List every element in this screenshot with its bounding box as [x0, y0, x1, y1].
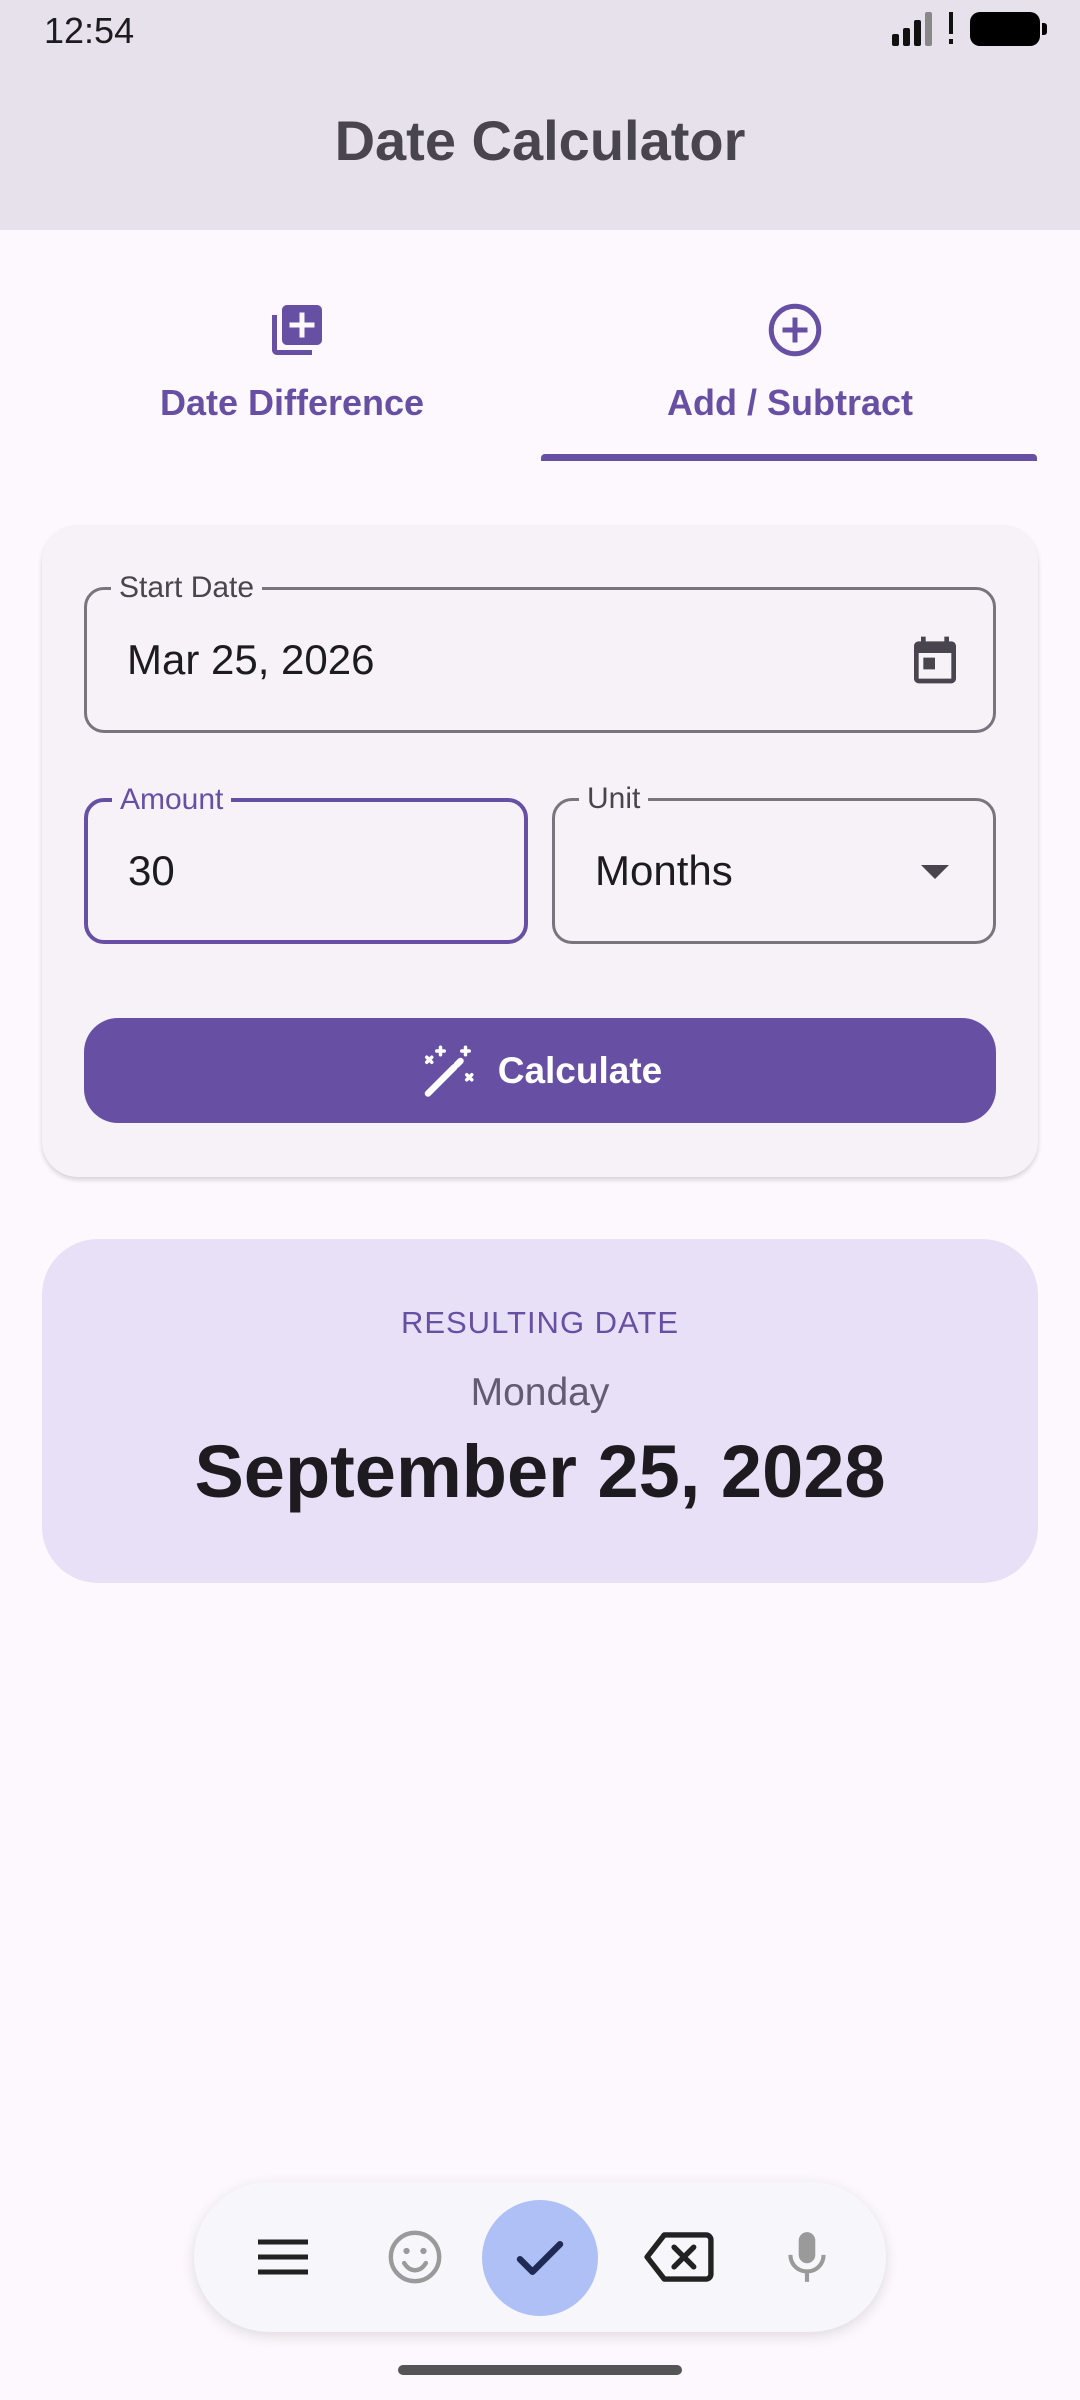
- done-button[interactable]: [482, 2200, 598, 2316]
- magic-wand-icon: [424, 1045, 474, 1097]
- tab-indicator: [541, 454, 1037, 461]
- emoji-button[interactable]: [370, 2212, 460, 2302]
- add-circle-icon: [768, 303, 822, 357]
- unit-dropdown[interactable]: Unit Months: [552, 783, 996, 944]
- battery-icon: [970, 12, 1047, 46]
- mic-icon: [788, 2232, 826, 2282]
- start-date-label: Start Date: [111, 572, 263, 604]
- tab-bar: Date Difference Add / Subtract: [0, 230, 1080, 462]
- note-add-icon: [272, 305, 322, 355]
- check-icon: [516, 2241, 564, 2275]
- menu-button[interactable]: [238, 2212, 328, 2302]
- start-date-field[interactable]: Start Date Mar 25, 2026: [84, 572, 996, 733]
- backspace-icon: [644, 2232, 714, 2282]
- status-icons: [892, 12, 1047, 46]
- emoji-icon: [388, 2230, 442, 2284]
- signal-icon: [892, 12, 932, 46]
- calculate-label: Calculate: [497, 1049, 663, 1091]
- dropdown-arrow-icon: [921, 865, 949, 879]
- home-indicator[interactable]: [398, 2365, 682, 2375]
- amount-label: Amount: [112, 784, 232, 816]
- backspace-button[interactable]: [634, 2212, 724, 2302]
- tab-date-difference[interactable]: Date Difference: [42, 230, 542, 462]
- result-label: RESULTING DATE: [400, 1305, 680, 1340]
- tab-label: Date Difference: [159, 382, 425, 423]
- voice-input-button[interactable]: [762, 2212, 852, 2302]
- tab-label: Add / Subtract: [666, 382, 913, 423]
- status-time: 12:54: [44, 10, 135, 51]
- unit-label: Unit: [579, 783, 649, 815]
- result-date: September 25, 2028: [194, 1430, 886, 1513]
- page-title: Date Calculator: [334, 109, 746, 172]
- unit-value: Months: [595, 847, 733, 894]
- calendar-icon[interactable]: [907, 632, 963, 688]
- menu-icon: [258, 2239, 308, 2275]
- result-card: RESULTING DATE Monday September 25, 2028: [42, 1239, 1038, 1583]
- no-data-icon: [949, 12, 953, 44]
- tab-add-subtract[interactable]: Add / Subtract: [540, 230, 1040, 462]
- amount-field[interactable]: Amount 30: [84, 784, 528, 944]
- screen: 12:54 Date Calculator Date Difference Ad…: [0, 0, 1080, 2400]
- keyboard-toolbar: [194, 2182, 886, 2332]
- input-card: Start Date Mar 25, 2026 Amount 30 Unit M…: [42, 525, 1038, 1177]
- calculate-button[interactable]: Calculate: [84, 1018, 996, 1123]
- amount-value: 30: [128, 847, 175, 894]
- top-app-bar: 12:54 Date Calculator: [0, 0, 1080, 230]
- result-day: Monday: [470, 1371, 610, 1414]
- start-date-value: Mar 25, 2026: [127, 636, 375, 683]
